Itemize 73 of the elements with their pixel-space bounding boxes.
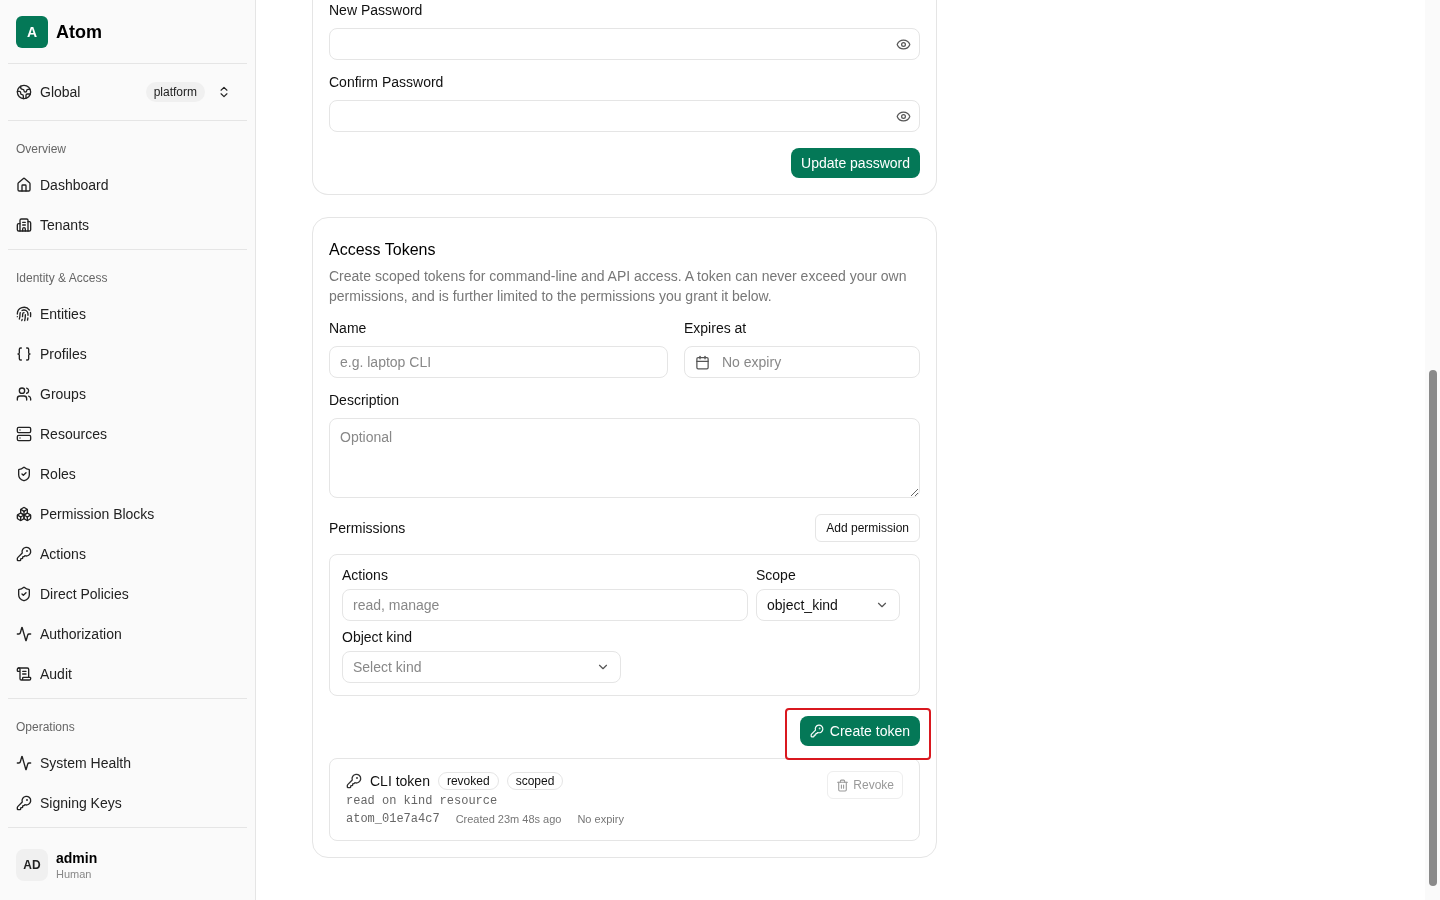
key-icon [16,546,32,562]
fingerprint-icon [16,306,32,322]
section-heading: Identity & Access [15,270,109,286]
kind-select[interactable]: Select kind [342,651,621,683]
scope-select[interactable]: object_kind [756,589,900,621]
field-label: Name [329,319,368,338]
name-input[interactable]: e.g. laptop CLI [329,346,668,378]
field-label: Expires at [684,319,748,338]
token-name: CLI token [370,772,430,791]
field-label: Object kind [342,628,414,647]
nav-item[interactable]: Resources [8,414,247,454]
token-grant: read on kind resource [346,793,499,809]
field-label: Confirm Password [329,73,445,92]
eye-icon[interactable] [896,108,911,124]
building-icon [16,217,32,233]
key-icon [809,724,824,738]
token-created: Created 23m 48s ago [455,812,562,827]
nav-item[interactable]: Signing Keys [8,783,247,823]
user-avatar: AD [16,849,48,881]
section-heading: Overview [15,141,67,157]
nav-item[interactable]: Entities [8,294,247,334]
globe-icon [16,84,32,100]
update-password-button[interactable]: Update password [791,148,920,178]
home-icon [16,177,32,193]
nav-item[interactable]: Dashboard [8,165,247,205]
user-role: Human [56,868,93,882]
token-expiry: No expiry [577,812,624,827]
field-label: New Password [329,1,424,20]
nav-item[interactable]: System Health [8,743,247,783]
trash-icon [836,778,850,792]
add-permission-button[interactable]: Add permission [815,514,920,542]
nav-item[interactable]: Permission Blocks [8,494,247,534]
field-label: Permissions [329,519,406,538]
scroll-icon [16,666,32,682]
server-icon [16,426,32,442]
key-icon [346,773,362,789]
shield-icon [16,586,32,602]
card-description: Create scoped tokens for command-line and API access. A token can never exceed your own permissions, and is further limited to the permissions you grant it below. [329,267,908,306]
boxes-icon [16,506,32,522]
nav-item[interactable]: Profiles [8,334,247,374]
nav-item[interactable]: Roles [8,454,247,494]
card-title: Access Tokens [329,240,437,260]
nav-item[interactable]: Groups [8,374,247,414]
user-name: admin [56,849,98,869]
shield-icon [16,466,32,482]
context-label: Global [40,83,81,102]
field-label: Actions [342,566,389,585]
field-label: Scope [756,566,797,585]
nav-item[interactable]: Audit [8,654,247,694]
key-icon [16,795,32,811]
context-badge: platform [145,82,205,102]
description-input[interactable]: Optional [329,418,920,498]
nav-item[interactable]: Tenants [8,205,247,245]
field-label: Description [329,391,401,410]
nav-item[interactable]: Direct Policies [8,574,247,614]
create-token-button[interactable]: Create token [799,716,920,746]
date-picker[interactable]: No expiry [684,346,920,378]
section-heading: Operations [15,719,76,735]
users-icon [16,386,32,402]
braces-icon [16,346,32,362]
password-field[interactable] [329,100,920,132]
pulse-icon [16,755,32,771]
actions-input[interactable]: read, manage [342,589,748,621]
password-field[interactable] [329,28,920,60]
token-id: atom_01e7a4c7 [346,811,440,828]
calendar-icon [695,354,710,370]
nav-item[interactable]: Actions [8,534,247,574]
scrollbar[interactable] [1425,0,1440,900]
pulse-icon [16,626,32,642]
eye-icon[interactable] [896,36,911,52]
app-logo: A [16,15,48,48]
app-name: Atom [56,20,102,44]
nav-item[interactable]: Authorization [8,614,247,654]
